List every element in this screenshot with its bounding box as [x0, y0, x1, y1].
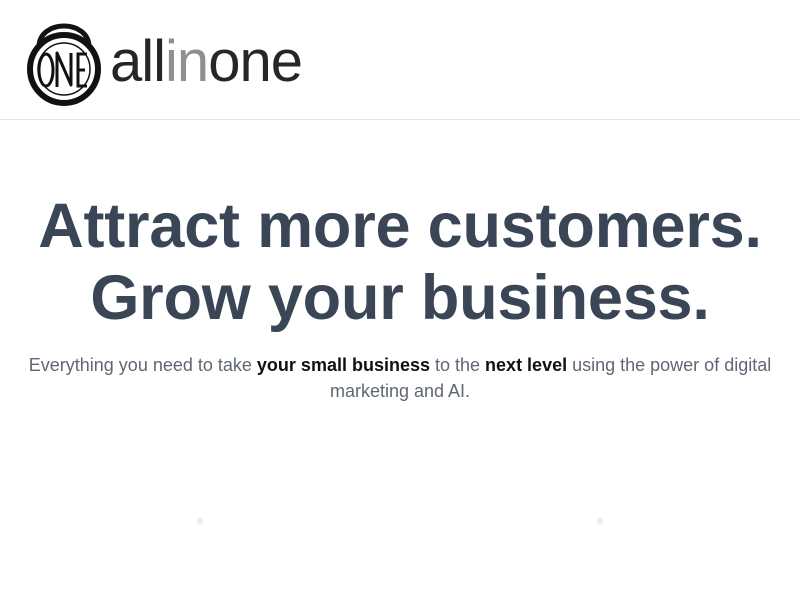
subtitle-bold-small-business: your small business [256, 355, 430, 375]
subtitle-text-1: Everything you need to take [28, 355, 257, 375]
hero-headline: Attract more customers. Grow your busine… [0, 190, 800, 334]
brand-word-in: in [165, 29, 209, 94]
hero-section: Attract more customers. Grow your busine… [0, 190, 800, 404]
brand-word-all: all [110, 29, 166, 94]
headline-line-2: Grow your business. [90, 263, 710, 333]
site-header: allinone [0, 0, 800, 120]
subtitle-text-2: to the [430, 355, 486, 375]
brand-word-one: one [208, 29, 303, 94]
loading-dot-left [196, 517, 204, 525]
subtitle-bold-next-level: next level [485, 355, 568, 375]
brand-wordmark: allinone [110, 33, 303, 91]
one-circle-logo-icon [27, 23, 101, 106]
brand-logo-link[interactable]: allinone [26, 13, 303, 107]
loading-dot-right [596, 517, 604, 525]
hero-subtitle: Everything you need to take your small b… [20, 352, 780, 404]
headline-line-1: Attract more customers. [38, 191, 762, 261]
